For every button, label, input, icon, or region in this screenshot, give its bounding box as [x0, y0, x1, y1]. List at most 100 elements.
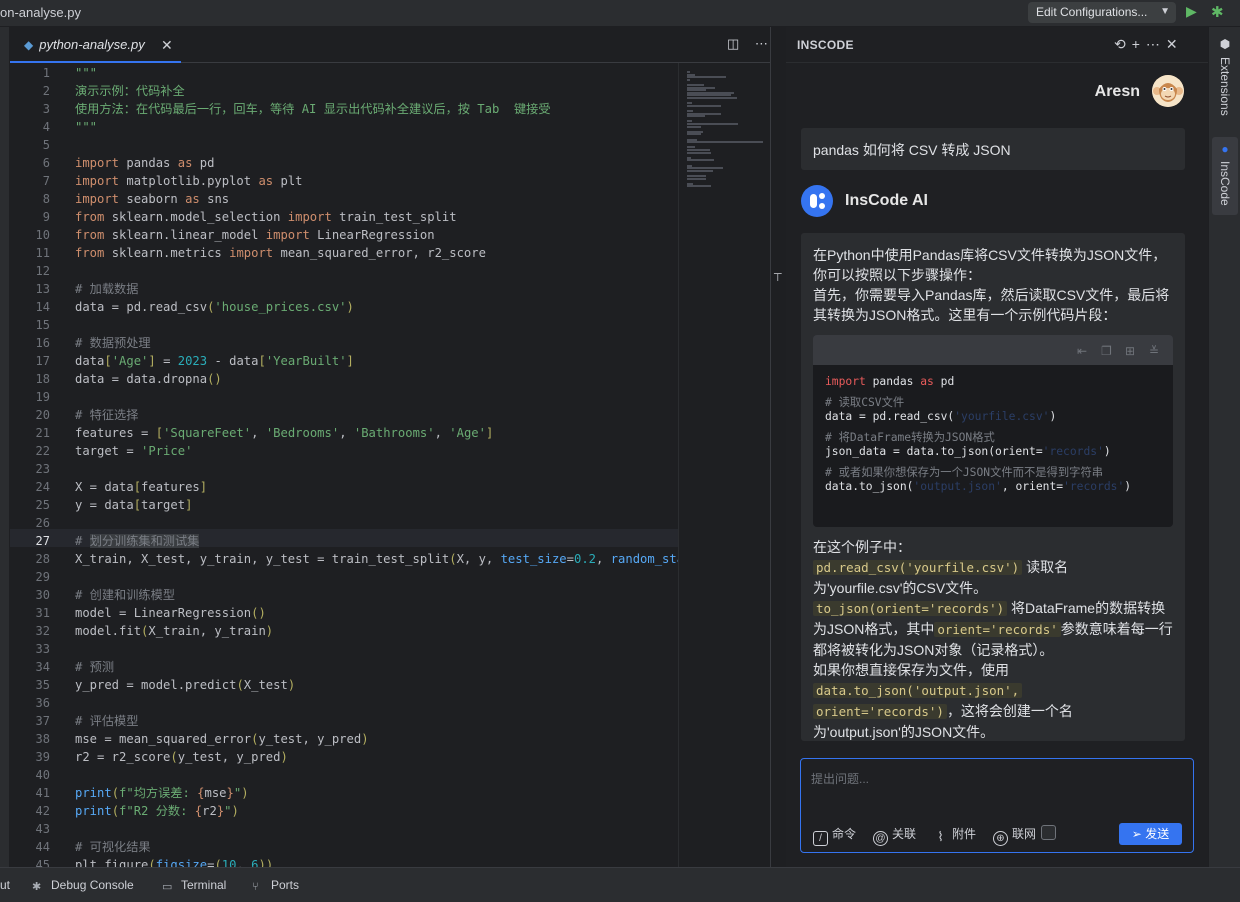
drag-handle-icon[interactable]: ⊤ — [773, 271, 783, 284]
code-line[interactable]: model = LinearRegression() — [75, 604, 266, 622]
code-line[interactable]: X = data[features] — [75, 478, 207, 496]
code-line[interactable]: 演示示例：代码补全 — [75, 82, 185, 100]
extensions-tool-tab[interactable]: ⬢ Extensions — [1209, 37, 1240, 132]
code-line[interactable]: mse = mean_squared_error(y_test, y_pred) — [75, 730, 369, 748]
snippet-line: # 或者如果你想保存为一个JSON文件而不是得到字符串 — [825, 466, 1104, 479]
line-number: 43 — [35, 822, 50, 836]
mention-button[interactable]: @ 关联 — [873, 825, 916, 846]
code-line[interactable]: """ — [75, 118, 97, 136]
line-number: 45 — [35, 858, 50, 867]
code-line[interactable]: import pandas as pd — [75, 154, 214, 172]
send-button[interactable]: ➢ 发送 — [1119, 823, 1182, 845]
code-line[interactable]: features = ['SquareFeet', 'Bedrooms', 'B… — [75, 424, 493, 442]
code-line[interactable]: model.fit(X_train, y_train) — [75, 622, 273, 640]
split-editor-icon[interactable]: ◫ — [727, 36, 739, 51]
code-line[interactable]: data = pd.read_csv('house_prices.csv') — [75, 298, 354, 316]
send-label: 发送 — [1145, 827, 1170, 841]
code-line[interactable]: # 数据预处理 — [75, 334, 151, 352]
copy-icon[interactable]: ❐ — [1101, 341, 1112, 361]
title-bar: on-analyse.py Edit Configurations... ▼ ▶… — [0, 0, 1240, 27]
answer-text: 读取名 — [1022, 559, 1069, 575]
web-search-toggle[interactable] — [1041, 825, 1056, 840]
code-line[interactable]: # 划分训练集和测试集 — [75, 532, 200, 550]
more-actions-icon[interactable]: ⋯ — [755, 36, 768, 51]
line-number: 35 — [35, 678, 50, 692]
debug-console-tab[interactable]: ✱ Debug Console — [32, 878, 134, 893]
code-editor[interactable]: 1 2 3 4 5 6 7 8 9 10 11 12 13 14 15 16 17 18 19 20 21 22 23 24 2… — [10, 63, 678, 867]
code-line[interactable]: # 可视化结果 — [75, 838, 151, 856]
close-panel-icon[interactable]: ✕ — [1166, 36, 1184, 52]
line-number: 4 — [42, 120, 50, 134]
answer-text: ，这将会创建一个名 — [946, 703, 1073, 719]
line-number: 32 — [35, 624, 50, 638]
history-icon[interactable]: ⟲ — [1114, 36, 1132, 52]
code-line[interactable]: print(f"均方误差: {mse}") — [75, 784, 249, 802]
code-line[interactable]: import seaborn as sns — [75, 190, 229, 208]
code-line[interactable]: from sklearn.linear_model import LinearR… — [75, 226, 435, 244]
terminal-tab[interactable]: ▭ Terminal — [162, 878, 226, 893]
editor-actions: ◫ ⋯ — [727, 36, 768, 52]
code-line[interactable]: # 加载数据 — [75, 280, 138, 298]
inscode-panel: INSCODE ⟲+⋯✕ Aresn pandas 如何将 CSV 转成 JSO… — [786, 27, 1208, 867]
minimap[interactable] — [678, 63, 770, 867]
globe-icon: ⊕ — [993, 831, 1008, 846]
line-number: 28 — [35, 552, 50, 566]
code-line[interactable]: import matplotlib.pyplot as plt — [75, 172, 303, 190]
snippet-line — [825, 389, 1161, 396]
code-line[interactable]: from sklearn.model_selection import trai… — [75, 208, 457, 226]
panel-splitter[interactable]: ⊤ — [770, 27, 786, 867]
line-number: 22 — [35, 444, 50, 458]
line-number: 10 — [35, 228, 50, 242]
code-line[interactable]: data = data.dropna() — [75, 370, 222, 388]
web-search-button[interactable]: ⊕ 联网 — [993, 825, 1036, 846]
code-line[interactable]: r2 = r2_score(y_test, y_pred) — [75, 748, 288, 766]
inline-code: pd.read_csv('yourfile.csv') — [813, 560, 1023, 575]
chat-input[interactable]: 提出问题... / 命令 @ 关联 ⌇ 附件 ⊕ 联网 ➢ 发送 — [800, 758, 1194, 853]
run-configuration-dropdown[interactable]: Edit Configurations... ▼ — [1028, 2, 1176, 23]
attach-button[interactable]: ⌇ 附件 — [933, 825, 976, 845]
more-icon[interactable]: ⋯ — [1146, 36, 1166, 52]
line-number: 1 — [42, 66, 50, 80]
code-line[interactable]: print(f"R2 分数: {r2}") — [75, 802, 239, 820]
code-line[interactable]: # 评估模型 — [75, 712, 138, 730]
line-number: 12 — [35, 264, 50, 278]
diff-icon[interactable]: ≚ — [1149, 341, 1159, 361]
debug-icon[interactable]: ✱ — [1211, 3, 1227, 21]
output-tab[interactable]: ut — [0, 878, 10, 892]
editor-tab-bar: ◆ python-analyse.py ✕ ◫ ⋯ — [10, 27, 780, 63]
code-line[interactable]: from sklearn.metrics import mean_squared… — [75, 244, 486, 262]
answer-paragraph: 首先，你需要导入Pandas库，然后读取CSV文件，最后将其转换为JSON格式。… — [813, 287, 1170, 323]
code-line[interactable]: y = data[target] — [75, 496, 192, 514]
command-button[interactable]: / 命令 — [813, 825, 856, 846]
answer-text: 为'yourfile.csv'的CSV文件。 — [813, 580, 988, 596]
code-line[interactable]: target = 'Price' — [75, 442, 192, 460]
code-line[interactable]: X_train, X_test, y_train, y_test = train… — [75, 550, 678, 568]
code-line[interactable]: y_pred = model.predict(X_test) — [75, 676, 295, 694]
minimap-line — [687, 169, 714, 172]
tab-python-analyse[interactable]: ◆ python-analyse.py ✕ — [10, 27, 181, 63]
line-number: 26 — [35, 516, 50, 530]
minimap-line — [687, 115, 705, 118]
line-number: 18 — [35, 372, 50, 386]
ports-tab[interactable]: ⑂ Ports — [252, 878, 299, 893]
inscode-icon: ● — [1221, 142, 1229, 156]
code-line[interactable]: """ — [75, 64, 97, 82]
code-line[interactable]: # 预测 — [75, 658, 114, 676]
user-question: pandas 如何将 CSV 转成 JSON — [801, 128, 1185, 170]
code-line[interactable]: plt.figure(figsize=(10, 6)) — [75, 856, 273, 867]
attach-label: 附件 — [952, 827, 977, 841]
inscode-tool-tab[interactable]: ● InsCode — [1212, 137, 1238, 215]
inline-code: to_json(orient='records') — [813, 601, 1008, 616]
close-tab-icon[interactable]: ✕ — [161, 37, 173, 54]
code-line[interactable]: # 特征选择 — [75, 406, 138, 424]
chat-input-placeholder: 提出问题... — [811, 772, 870, 786]
minimap-line — [687, 76, 726, 79]
code-line[interactable]: # 创建和训练模型 — [75, 586, 175, 604]
minimap-line — [687, 78, 690, 81]
new-chat-icon[interactable]: + — [1132, 36, 1146, 52]
run-icon[interactable]: ▶ — [1186, 3, 1200, 21]
new-file-icon[interactable]: ⊞ — [1125, 341, 1135, 361]
code-line[interactable]: 使用方法：在代码最后一行，回车，等待 AI 显示出代码补全建议后，按 Tab 键… — [75, 100, 551, 118]
code-line[interactable]: data['Age'] = 2023 - data['YearBuilt'] — [75, 352, 354, 370]
insert-code-icon[interactable]: ⇤ — [1077, 341, 1087, 361]
